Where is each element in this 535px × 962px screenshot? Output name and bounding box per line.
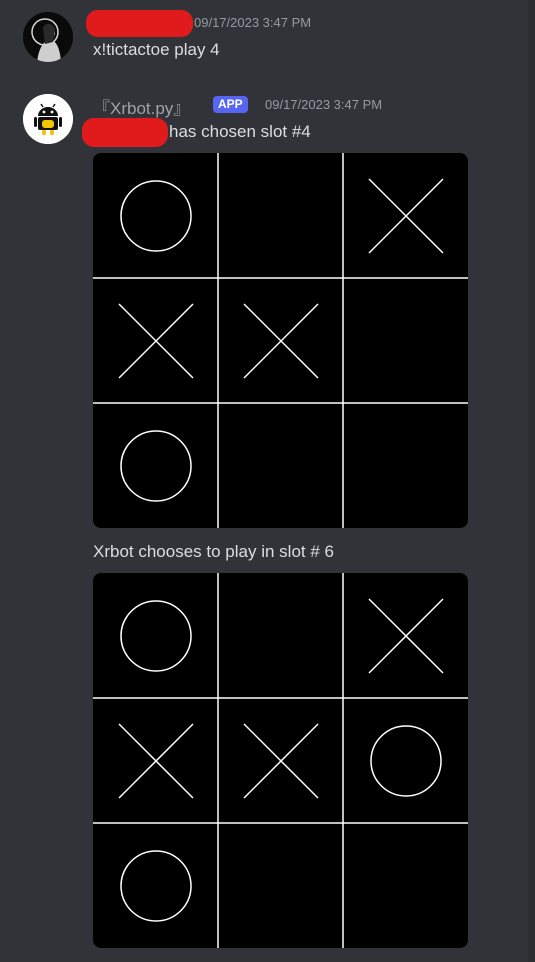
o-mark-icon [120,600,192,672]
bot-move-text: Xrbot chooses to play in slot # 6 [93,542,334,561]
bot-username[interactable]: 『Xrbot.py』 [93,94,190,119]
o-mark-icon [120,430,192,502]
message-content: has chosen slot #4 [169,122,311,141]
x-mark-icon [368,598,444,674]
tictactoe-board-2[interactable] [93,573,468,948]
o-mark-icon [120,850,192,922]
x-mark-icon [118,303,194,379]
scrollbar-track[interactable] [528,0,535,962]
tictactoe-board-1[interactable] [93,153,468,528]
board-grid [93,153,468,528]
message-bot: 『Xrbot.py』 APP 09/17/2023 3:47 PM has ch… [0,0,535,962]
bot-avatar[interactable] [23,94,73,144]
app-badge: APP [213,96,248,113]
board-grid [93,573,468,948]
android-robot-icon [23,94,73,144]
x-mark-icon [118,723,194,799]
o-mark-icon [370,725,442,797]
o-mark-icon [120,180,192,252]
x-mark-icon [368,178,444,254]
mention-redacted [82,118,168,147]
x-mark-icon [243,303,319,379]
x-mark-icon [243,723,319,799]
message-timestamp: 09/17/2023 3:47 PM [265,97,383,112]
